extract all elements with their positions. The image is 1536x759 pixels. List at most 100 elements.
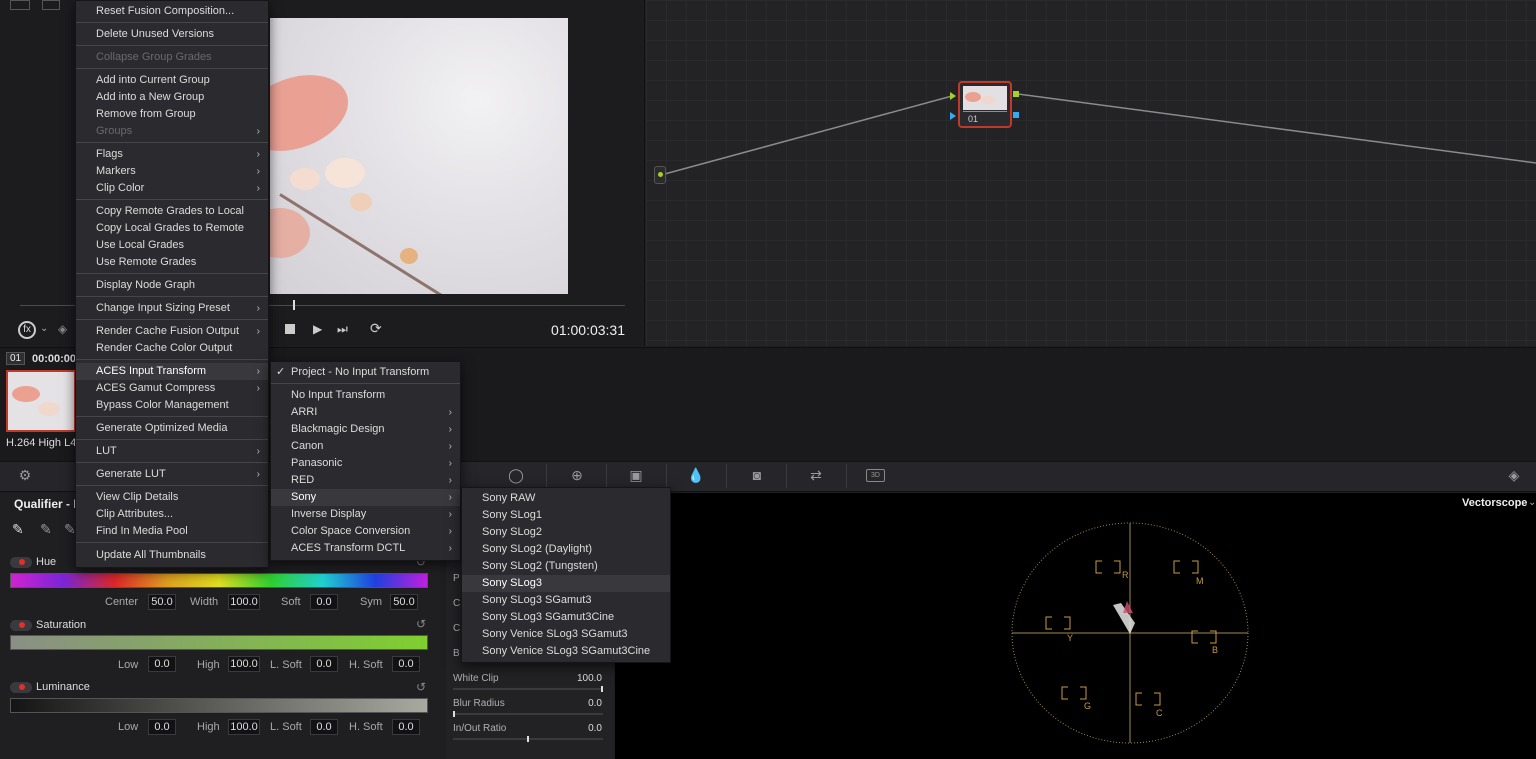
lum-hsoft-field[interactable]: 0.0	[392, 719, 420, 735]
key-icon[interactable]: ◙	[746, 467, 768, 485]
menu-view-clip-details[interactable]: View Clip Details	[76, 489, 268, 506]
fx-icon[interactable]: fx	[18, 321, 36, 339]
window-icon[interactable]: ◯	[505, 467, 527, 485]
sat-hsoft-field[interactable]: 0.0	[392, 656, 420, 672]
sony-slog2-daylight[interactable]: Sony SLog2 (Daylight)	[462, 541, 670, 558]
menu-markers[interactable]: Markers ›	[76, 163, 268, 180]
menu-change-input-sizing-preset[interactable]: Change Input Sizing Preset ›	[76, 300, 268, 317]
aces-transform-dctl[interactable]: ACES Transform DCTL ›	[271, 540, 460, 557]
sat-high-field[interactable]: 100.0	[228, 656, 260, 672]
picker-plus-icon[interactable]: ✎	[64, 521, 76, 538]
menu-clip-attributes[interactable]: Clip Attributes...	[76, 506, 268, 523]
sony-slog3[interactable]: Sony SLog3	[462, 575, 670, 592]
lum-high-field[interactable]: 100.0	[228, 719, 260, 735]
menu-copy-remote-to-local[interactable]: Copy Remote Grades to Local	[76, 203, 268, 220]
single-viewer-icon[interactable]	[10, 0, 30, 10]
sat-low-field[interactable]: 0.0	[148, 656, 176, 672]
menu-lut[interactable]: LUT ›	[76, 443, 268, 460]
hue-range-bar[interactable]	[10, 573, 428, 588]
grid-viewer-icon[interactable]	[42, 0, 60, 10]
menu-generate-lut[interactable]: Generate LUT ›	[76, 466, 268, 483]
menu-display-node-graph[interactable]: Display Node Graph	[76, 277, 268, 294]
menu-render-cache-fusion-output[interactable]: Render Cache Fusion Output ›	[76, 323, 268, 340]
menu-collapse-group-grades[interactable]: Collapse Group Grades	[76, 49, 268, 66]
sat-lsoft-field[interactable]: 0.0	[310, 656, 338, 672]
skip-forward-icon[interactable]: ⏭	[337, 322, 348, 337]
menu-update-all-thumbnails[interactable]: Update All Thumbnails	[76, 547, 268, 564]
chevron-down-icon[interactable]: ⌄	[40, 323, 48, 334]
menu-clip-color[interactable]: Clip Color ›	[76, 180, 268, 197]
aces-inverse-display[interactable]: Inverse Display ›	[271, 506, 460, 523]
hue-soft-field[interactable]: 0.0	[310, 594, 338, 610]
menu-aces-input-transform[interactable]: ACES Input Transform ›	[76, 363, 268, 380]
loop-icon[interactable]: ⟳	[370, 320, 382, 337]
sony-slog3-sgamut3cine[interactable]: Sony SLog3 SGamut3Cine	[462, 609, 670, 626]
hue-width-field[interactable]: 100.0	[228, 594, 260, 610]
menu-copy-local-to-remote[interactable]: Copy Local Grades to Remote	[76, 220, 268, 237]
aces-no-input-transform[interactable]: No Input Transform	[271, 387, 460, 404]
inout-ratio-value[interactable]: 0.0	[560, 723, 602, 734]
lum-lsoft-field[interactable]: 0.0	[310, 719, 338, 735]
menu-groups[interactable]: Groups ›	[76, 123, 268, 140]
3d-icon[interactable]: 3D	[866, 469, 885, 482]
luminance-range-bar[interactable]	[10, 698, 428, 713]
source-input-node[interactable]	[654, 166, 666, 184]
saturation-range-bar[interactable]	[10, 635, 428, 650]
menu-use-local-grades[interactable]: Use Local Grades	[76, 237, 268, 254]
scope-menu-chevron-icon[interactable]: ⌄	[1528, 497, 1536, 508]
sony-raw[interactable]: Sony RAW	[462, 490, 670, 507]
saturation-toggle[interactable]	[10, 620, 32, 631]
blur-radius-slider[interactable]	[453, 711, 603, 717]
menu-remove-from-group[interactable]: Remove from Group	[76, 106, 268, 123]
layers-icon[interactable]: ◈	[58, 322, 67, 336]
hue-center-field[interactable]: 50.0	[148, 594, 176, 610]
play-icon[interactable]: ▶	[313, 322, 322, 336]
aces-sony[interactable]: Sony ›	[271, 489, 460, 506]
luminance-toggle[interactable]	[10, 682, 32, 693]
hue-toggle[interactable]	[10, 557, 32, 568]
picker-minus-icon[interactable]: ✎	[40, 521, 52, 538]
blur-radius-value[interactable]: 0.0	[560, 698, 602, 709]
saturation-reset-icon[interactable]: ↺	[416, 617, 426, 631]
aces-red[interactable]: RED ›	[271, 472, 460, 489]
picker-icon[interactable]: ✎	[12, 521, 24, 538]
menu-reset-fusion-composition[interactable]: Reset Fusion Composition...	[76, 3, 268, 20]
inout-ratio-slider[interactable]	[453, 736, 603, 742]
white-clip-value[interactable]: 100.0	[560, 673, 602, 684]
options-icon[interactable]: ◈	[1503, 467, 1525, 485]
alpha-output-port[interactable]	[1013, 112, 1019, 118]
aces-color-space-conversion[interactable]: Color Space Conversion ›	[271, 523, 460, 540]
menu-aces-gamut-compress[interactable]: ACES Gamut Compress ›	[76, 380, 268, 397]
sony-venice-slog3-sgamut3[interactable]: Sony Venice SLog3 SGamut3	[462, 626, 670, 643]
menu-add-into-new-group[interactable]: Add into a New Group	[76, 89, 268, 106]
sony-slog1[interactable]: Sony SLog1	[462, 507, 670, 524]
menu-flags[interactable]: Flags ›	[76, 146, 268, 163]
sony-slog2-tungsten[interactable]: Sony SLog2 (Tungsten)	[462, 558, 670, 575]
tracker-icon[interactable]: ⊕	[566, 467, 588, 485]
hue-sym-field[interactable]: 50.0	[390, 594, 418, 610]
menu-generate-optimized-media[interactable]: Generate Optimized Media	[76, 420, 268, 437]
white-clip-slider[interactable]	[453, 686, 603, 692]
menu-bypass-color-management[interactable]: Bypass Color Management	[76, 397, 268, 414]
menu-add-into-current-group[interactable]: Add into Current Group	[76, 72, 268, 89]
aces-canon[interactable]: Canon ›	[271, 438, 460, 455]
sizing-icon[interactable]: ⇄	[805, 467, 827, 485]
rgb-output-port[interactable]	[1013, 91, 1019, 97]
aces-panasonic[interactable]: Panasonic ›	[271, 455, 460, 472]
menu-delete-unused-versions[interactable]: Delete Unused Versions	[76, 26, 268, 43]
lum-low-field[interactable]: 0.0	[148, 719, 176, 735]
luminance-reset-icon[interactable]: ↺	[416, 680, 426, 694]
playhead[interactable]	[293, 300, 295, 310]
corrector-node-01[interactable]: 01	[958, 81, 1012, 128]
sony-slog2[interactable]: Sony SLog2	[462, 524, 670, 541]
clip-thumbnail[interactable]	[6, 370, 76, 432]
magic-mask-icon[interactable]: ▣	[625, 467, 647, 485]
aces-arri[interactable]: ARRI ›	[271, 404, 460, 421]
stop-icon[interactable]	[285, 324, 295, 334]
aces-project-no-input-transform[interactable]: ✓ Project - No Input Transform	[271, 364, 460, 381]
camera-raw-icon[interactable]: ⚙	[14, 467, 36, 485]
menu-find-in-media-pool[interactable]: Find In Media Pool	[76, 523, 268, 540]
menu-render-cache-color-output[interactable]: Render Cache Color Output	[76, 340, 268, 357]
sony-venice-slog3-sgamut3cine[interactable]: Sony Venice SLog3 SGamut3Cine	[462, 643, 670, 660]
aces-blackmagic-design[interactable]: Blackmagic Design ›	[271, 421, 460, 438]
